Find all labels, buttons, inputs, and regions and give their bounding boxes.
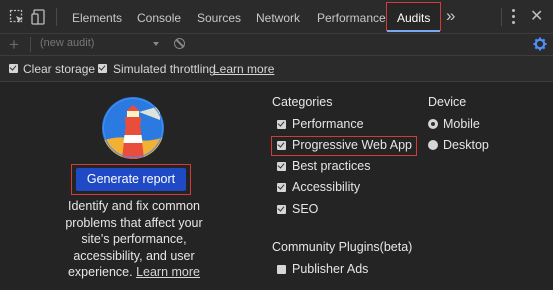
desktop-label: Desktop (443, 138, 489, 152)
clear-storage-checkbox[interactable] (9, 64, 18, 73)
accessibility-checkbox[interactable] (277, 183, 286, 192)
category-seo[interactable]: SEO (277, 201, 387, 219)
tab-audits[interactable]: Audits (386, 2, 442, 32)
simulated-throttling-checkbox[interactable] (98, 64, 107, 73)
dropdown-caret-icon[interactable] (153, 42, 159, 46)
clear-storage-label: Clear storage (23, 62, 96, 76)
devtools-tab-bar: Elements Console Sources Network Perform… (0, 0, 553, 34)
category-accessibility[interactable]: Accessibility (277, 179, 387, 197)
generate-report-highlight: Generate report (71, 164, 191, 195)
best-practices-checkbox[interactable] (277, 162, 286, 171)
more-tabs-icon[interactable]: » (446, 6, 455, 26)
publisher-ads-checkbox[interactable] (277, 265, 286, 274)
audits-toolbar: + (new audit) (0, 34, 553, 56)
settings-gear-icon[interactable] (533, 37, 547, 51)
pwa-checkbox[interactable] (277, 141, 286, 150)
accessibility-label: Accessibility (292, 180, 361, 194)
best-practices-label: Best practices (292, 159, 371, 173)
tab-sources[interactable]: Sources (197, 0, 241, 33)
device-heading: Device (428, 95, 467, 109)
tab-network[interactable]: Network (256, 0, 300, 33)
close-icon[interactable]: ✕ (530, 6, 543, 26)
description-learn-more-link[interactable]: Learn more (136, 265, 200, 279)
inspect-element-icon[interactable] (9, 9, 25, 25)
performance-label: Performance (292, 117, 364, 131)
categories-heading: Categories (272, 95, 333, 109)
device-mobile-option[interactable]: Mobile (428, 116, 508, 134)
simulated-throttling-label: Simulated throttling (113, 62, 216, 76)
performance-checkbox[interactable] (277, 120, 286, 129)
community-plugins-heading: Community Plugins(beta) (272, 240, 413, 254)
audit-select[interactable]: (new audit) (40, 37, 94, 49)
device-desktop-option[interactable]: Desktop (428, 137, 508, 155)
tab-performance[interactable]: Performance (317, 0, 386, 33)
lighthouse-logo-icon (102, 97, 164, 159)
seo-checkbox[interactable] (277, 205, 286, 214)
pwa-label: Progressive Web App (292, 138, 412, 152)
publisher-ads-label: Publisher Ads (292, 262, 369, 276)
category-best-practices[interactable]: Best practices (277, 158, 387, 176)
desktop-radio[interactable] (428, 140, 438, 150)
seo-label: SEO (292, 202, 319, 216)
category-pwa[interactable]: Progressive Web App (277, 137, 415, 155)
device-toggle-icon[interactable] (31, 9, 47, 25)
add-audit-icon[interactable]: + (9, 35, 19, 55)
tabbar-divider (501, 8, 502, 26)
clear-icon[interactable] (174, 38, 185, 49)
learn-more-link[interactable]: Learn more (213, 62, 274, 76)
audit-options-bar: Clear storage Simulated throttling Learn… (0, 56, 553, 82)
mobile-radio[interactable] (428, 119, 438, 129)
toolbar-divider (30, 37, 31, 52)
mobile-label: Mobile (443, 117, 480, 131)
plugin-publisher-ads[interactable]: Publisher Ads (277, 261, 387, 279)
audit-description: Identify and fix common problems that af… (54, 198, 214, 281)
tab-console[interactable]: Console (137, 0, 181, 33)
kebab-menu-icon[interactable] (512, 9, 516, 25)
tab-elements[interactable]: Elements (72, 0, 122, 33)
tabbar-divider (56, 8, 57, 26)
generate-report-button[interactable]: Generate report (76, 168, 186, 191)
category-performance[interactable]: Performance (277, 116, 387, 134)
